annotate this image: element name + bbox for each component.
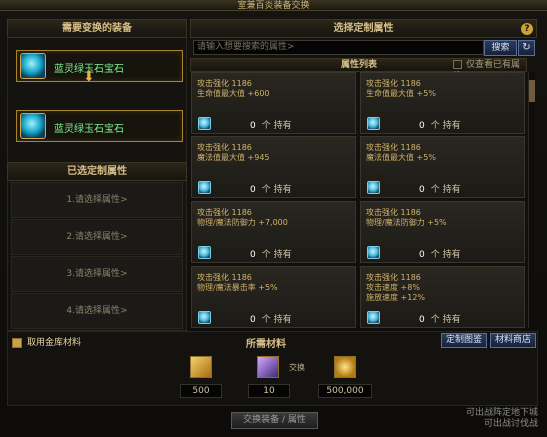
refresh-icon[interactable]: ↻ <box>518 40 535 56</box>
owned-count: 0个 持有 <box>250 250 292 260</box>
window-title: 室兼百炎装备交换 <box>237 1 310 11</box>
owned-count: 0个 持有 <box>419 121 461 131</box>
title-bar: 室兼百炎装备交换 <box>0 0 547 11</box>
gold-coins-icon[interactable] <box>334 356 356 378</box>
crystal-icon <box>198 311 211 324</box>
card-line-3: 施放速度 +12% <box>366 293 426 302</box>
selected-attribute-slot[interactable]: 2.请选择属性> <box>11 219 183 255</box>
crystal-icon <box>367 117 380 130</box>
selected-attribute-slot[interactable]: 4.请选择属性> <box>11 293 183 329</box>
owned-count: 0个 持有 <box>250 315 292 325</box>
use-storage-label: 取用金库材料 <box>27 338 82 348</box>
card-line-2: 生命值最大值 +600 <box>197 89 270 98</box>
attribute-card[interactable]: 攻击强化 1186 攻击速度 +8% 施放速度 +12% 0个 持有 <box>360 266 525 328</box>
search-button[interactable]: 搜索 <box>484 40 517 56</box>
attribute-card[interactable]: 攻击强化 1186 物理/魔法防御力 +5% 0个 持有 <box>360 201 525 263</box>
crystal-icon <box>198 246 211 259</box>
attribute-card[interactable]: 攻击强化 1186 生命值最大值 +5% 0个 持有 <box>360 72 525 134</box>
card-line-2: 物理/魔法防御力 +5% <box>366 218 447 227</box>
material-quantity: 500 <box>180 384 222 398</box>
result-item-slot[interactable]: 蓝灵绿玉石宝石 <box>16 110 183 142</box>
card-line-2: 物理/魔法防御力 +7,000 <box>197 218 288 227</box>
gem-icon <box>20 53 46 79</box>
source-item-slot[interactable]: 蓝灵绿玉石宝石 <box>16 50 183 82</box>
crystal-icon <box>367 181 380 194</box>
exchange-label: 交换 <box>289 363 305 372</box>
crystal-icon <box>198 181 211 194</box>
exchange-equipment-button[interactable]: 交换装备 / 属性 <box>231 412 318 429</box>
attribute-card[interactable]: 攻击强化 1186 物理/魔法防御力 +7,000 0个 持有 <box>191 201 356 263</box>
custom-guide-button[interactable]: 定制图鉴 <box>441 333 487 348</box>
use-storage-toggle[interactable]: 取用金库材料 <box>12 335 81 348</box>
attribute-card[interactable]: 攻击强化 1186 生命值最大值 +600 0个 持有 <box>191 72 356 134</box>
material-quantity: 500,000 <box>318 384 372 398</box>
help-icon[interactable]: ? <box>521 23 533 35</box>
selected-attribute-slot[interactable]: 3.请选择属性> <box>11 256 183 292</box>
gem-icon <box>20 113 46 139</box>
crystal-icon <box>367 311 380 324</box>
attribute-list-header: 属性列表 仅查看已有属性 <box>190 58 527 82</box>
attribute-list-title: 属性列表 <box>341 60 378 70</box>
attribute-card[interactable]: 攻击强化 1186 物理/魔法暴击率 +5% 0个 持有 <box>191 266 356 328</box>
crystal-icon <box>367 246 380 259</box>
owned-count: 0个 持有 <box>250 185 292 195</box>
owned-count: 0个 持有 <box>419 315 461 325</box>
crystal-icon <box>198 117 211 130</box>
arrow-down-icon: ⬇ <box>83 69 95 85</box>
search-input[interactable]: 请输入想要搜索的属性> <box>193 40 484 55</box>
result-item-label: 蓝灵绿玉石宝石 <box>54 124 124 135</box>
bottom-note: 可出战阵定地下城 可出战讨伐战 <box>465 408 538 429</box>
attribute-list-scrollbar[interactable] <box>528 72 535 328</box>
material-quantity: 10 <box>248 384 290 398</box>
card-line-2: 物理/魔法暴击率 +5% <box>197 283 278 292</box>
card-line-2: 魔法值最大值 +5% <box>366 153 436 162</box>
card-line-2: 生命值最大值 +5% <box>366 89 436 98</box>
owned-count: 0个 持有 <box>419 250 461 260</box>
checkbox-checked-icon[interactable] <box>12 337 22 348</box>
gold-box-icon[interactable] <box>190 356 212 378</box>
material-shop-button[interactable]: 材料商店 <box>490 333 536 348</box>
card-line-2: 魔法值最大值 +945 <box>197 153 270 162</box>
checkbox-icon[interactable] <box>453 60 462 69</box>
attribute-card[interactable]: 攻击强化 1186 魔法值最大值 +5% 0个 持有 <box>360 136 525 198</box>
selected-attribute-slot[interactable]: 1.请选择属性> <box>11 182 183 218</box>
material-ticket-icon[interactable] <box>257 356 279 378</box>
equipment-header: 需要变换的装备 <box>7 19 187 38</box>
custom-attribute-header: 选择定制属性 <box>190 19 537 38</box>
scrollbar-thumb[interactable] <box>529 80 535 102</box>
owned-count: 0个 持有 <box>419 185 461 195</box>
owned-count: 0个 持有 <box>250 121 292 131</box>
exchange-window: 室兼百炎装备交换 需要变换的装备 蓝灵绿玉石宝石 ⬇ 蓝灵绿玉石宝石 已选定制属… <box>0 0 547 437</box>
selected-attributes-header: 已选定制属性 <box>7 162 187 181</box>
attribute-card[interactable]: 攻击强化 1186 魔法值最大值 +945 0个 持有 <box>191 136 356 198</box>
materials-title: 所需材料 <box>246 339 286 350</box>
